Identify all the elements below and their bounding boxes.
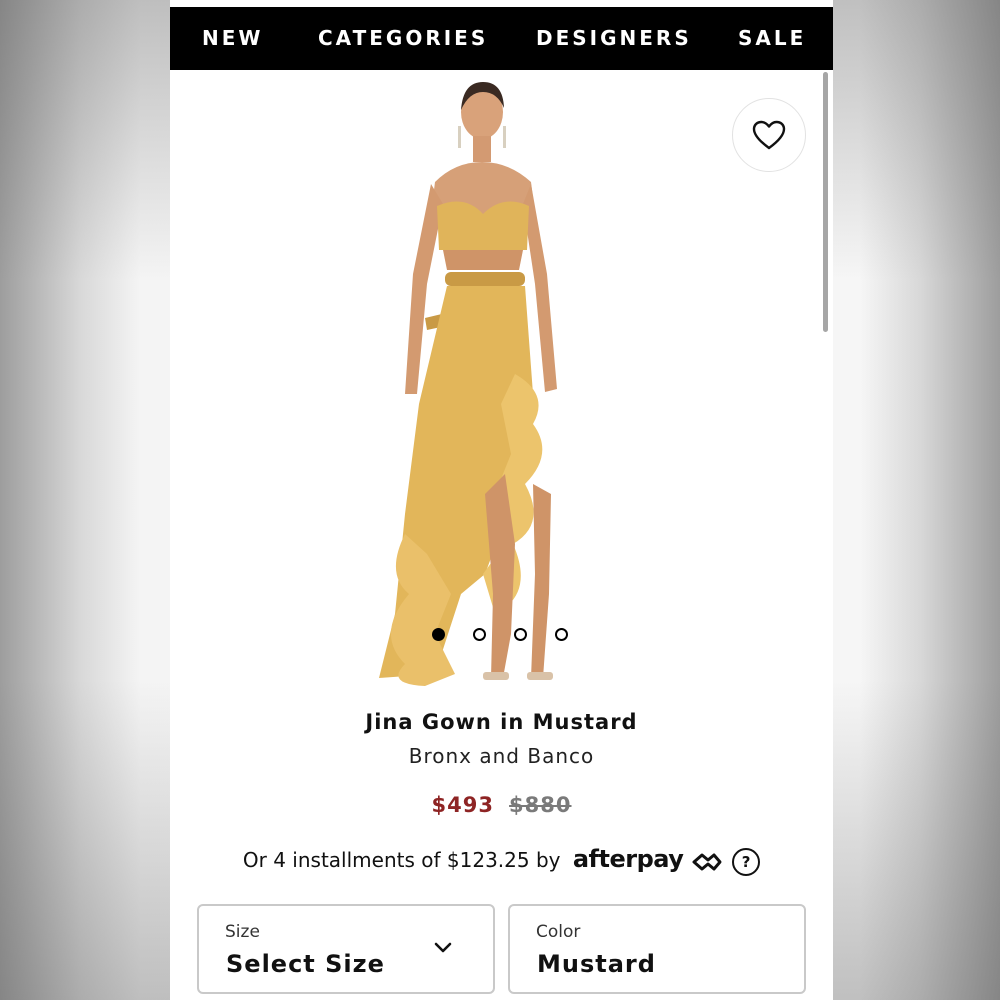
scrollbar[interactable]: [823, 72, 828, 332]
size-value: Select Size: [226, 950, 385, 978]
original-price: $880: [509, 793, 572, 817]
color-value: Mustard: [537, 950, 656, 978]
size-label: Size: [225, 922, 260, 942]
gallery-dot-3[interactable]: [514, 628, 527, 641]
product-brand[interactable]: Bronx and Banco: [170, 744, 833, 768]
afterpay-logo-icon: [692, 853, 722, 870]
product-image[interactable]: [365, 74, 585, 700]
gallery-dot-1[interactable]: [432, 628, 445, 641]
price-row: $493 $880: [170, 793, 833, 817]
nav-item-sale[interactable]: SALE: [738, 7, 806, 70]
heart-icon: [752, 120, 786, 150]
size-selector[interactable]: Size Select Size: [197, 904, 495, 994]
product-title: Jina Gown in Mustard: [365, 710, 638, 734]
question-circle-icon[interactable]: ?: [732, 847, 761, 876]
sale-price: $493: [431, 793, 494, 817]
nav-item-new[interactable]: NEW: [202, 7, 263, 70]
color-selector[interactable]: Color Mustard: [508, 904, 806, 994]
installments-text: Or 4 installments of $123.25 by: [242, 848, 561, 872]
chevron-down-icon: [434, 942, 452, 953]
top-navigation: NEW CATEGORIES DESIGNERS SALE: [170, 7, 833, 70]
gallery-dot-4[interactable]: [555, 628, 568, 641]
nav-item-categories[interactable]: CATEGORIES: [318, 7, 488, 70]
nav-item-designers[interactable]: DESIGNERS: [536, 7, 692, 70]
status-strip: [170, 0, 833, 7]
product-page: NEW CATEGORIES DESIGNERS SALE Jina Gown …: [170, 0, 833, 1000]
installments-row: Or 4 installments of $123.25 by afterpay…: [170, 845, 833, 876]
wishlist-button[interactable]: [732, 98, 806, 172]
color-label: Color: [536, 922, 581, 942]
afterpay-logo-text: afterpay: [572, 845, 684, 873]
gallery-dot-2[interactable]: [473, 628, 486, 641]
